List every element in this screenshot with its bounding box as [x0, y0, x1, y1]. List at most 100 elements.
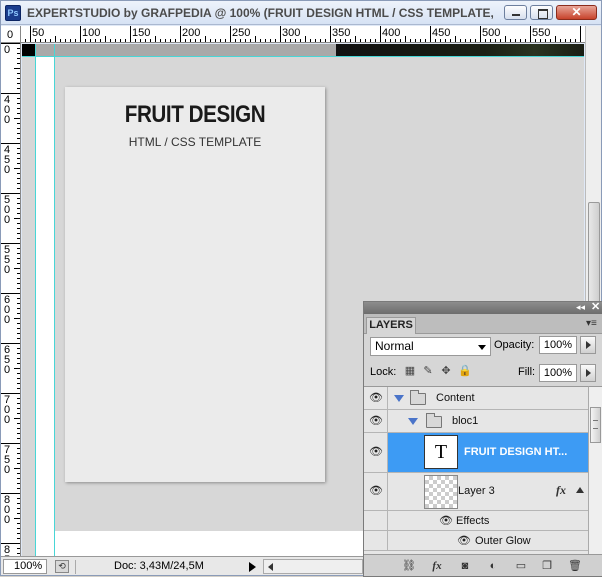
lock-label: Lock:: [370, 366, 397, 378]
ruler-tick: [17, 353, 20, 354]
scroll-left-arrow-icon[interactable]: [268, 563, 273, 571]
ruler-tick: [300, 39, 301, 42]
horizontal-scrollbar[interactable]: [263, 559, 363, 574]
vertical-ruler[interactable]: 0400450500550600650700750800850: [1, 43, 21, 556]
close-window-button[interactable]: ✕: [556, 5, 597, 20]
expand-triangle-icon[interactable]: [394, 395, 404, 402]
ruler-corner-label: 0: [7, 29, 14, 41]
lock-all-icon[interactable]: 🔒: [458, 365, 472, 377]
visibility-toggle[interactable]: 👁: [364, 433, 388, 472]
ruler-tick: [17, 58, 20, 59]
ruler-tick: [305, 36, 306, 42]
eye-icon[interactable]: 👁: [368, 392, 384, 404]
lock-image-pixels-icon[interactable]: ✎: [422, 365, 434, 377]
opacity-slider-button[interactable]: [580, 336, 596, 354]
ruler-tick: [17, 453, 20, 454]
new-adjustment-layer-icon[interactable]: ◐: [486, 559, 500, 573]
status-menu-arrow-icon[interactable]: [249, 562, 256, 572]
ruler-tick: [350, 39, 351, 42]
ruler-origin[interactable]: 0: [1, 26, 21, 43]
maximize-button[interactable]: [530, 5, 553, 20]
collapse-effects-triangle-icon[interactable]: [576, 487, 584, 493]
ruler-tick: [17, 98, 20, 99]
layer-3[interactable]: 👁 Layer 3 fx: [364, 473, 588, 511]
ruler-tick: [295, 39, 296, 42]
title-bar[interactable]: Ps EXPERTSTUDIO by GRAFPEDIA @ 100% (FRU…: [1, 1, 601, 25]
photoshop-window: Ps EXPERTSTUDIO by GRAFPEDIA @ 100% (FRU…: [0, 0, 602, 577]
ruler-label: 50: [32, 27, 45, 39]
minimize-button[interactable]: [504, 5, 527, 20]
layer-text-selected[interactable]: 👁 T FRUIT DESIGN HT...: [364, 433, 588, 473]
collapse-panel-icon[interactable]: ◂◂: [576, 302, 585, 313]
layer-group-bloc1[interactable]: 👁 bloc1: [364, 410, 588, 433]
lock-position-icon[interactable]: ✥: [440, 365, 452, 377]
ruler-tick: [460, 39, 461, 42]
ruler-tick: [70, 39, 71, 42]
ruler-label: 400: [382, 27, 401, 39]
document-status-icon[interactable]: ⟲: [55, 560, 69, 573]
link-layers-icon[interactable]: ⛓: [402, 559, 416, 573]
zoom-level-field[interactable]: 100%: [3, 559, 47, 574]
ruler-tick: [430, 26, 431, 42]
panel-header-bar[interactable]: ◂◂ ✕: [364, 302, 602, 314]
ruler-tick: [180, 26, 181, 42]
document-size-info[interactable]: Doc: 3,43M/24,5M: [75, 560, 243, 574]
visibility-toggle[interactable]: 👁: [364, 387, 388, 409]
tab-layers[interactable]: LAYERS: [366, 317, 416, 334]
eye-icon[interactable]: 👁: [438, 515, 454, 527]
ruler-label-digit: 0: [3, 264, 11, 276]
ruler-tick: [17, 553, 20, 554]
layer-effects-row[interactable]: 👁 Effects: [364, 511, 588, 531]
close-panel-icon[interactable]: ✕: [591, 302, 600, 313]
ruler-tick: [235, 39, 236, 42]
ruler-tick: [545, 39, 546, 42]
visibility-toggle[interactable]: 👁: [364, 473, 388, 510]
lock-transparency-icon[interactable]: ▦: [404, 365, 416, 377]
ruler-tick: [200, 39, 201, 42]
ruler-tick: [17, 448, 20, 449]
eye-icon[interactable]: 👁: [456, 535, 472, 547]
eye-icon[interactable]: 👁: [368, 446, 384, 458]
panel-menu-icon[interactable]: ▾≡: [586, 318, 597, 329]
ruler-tick: [17, 223, 20, 224]
ruler-label: 500: [482, 27, 501, 39]
layer-effects-fx-icon[interactable]: fx: [556, 483, 566, 498]
new-layer-icon[interactable]: ❐: [540, 559, 554, 573]
add-mask-icon[interactable]: ◙: [458, 559, 472, 573]
fill-input[interactable]: 100%: [539, 364, 577, 382]
ruler-tick: [17, 483, 20, 484]
layer-list-scroll-thumb[interactable]: [590, 407, 601, 443]
header-gray-band: [22, 44, 336, 56]
guide-line-vertical[interactable]: [35, 44, 36, 556]
horizontal-ruler[interactable]: 50 100 150 200 250 300 350 400 450 500 550: [21, 26, 585, 43]
eye-icon[interactable]: 👁: [368, 415, 384, 427]
ruler-tick: [17, 88, 20, 89]
ruler-tick: [170, 39, 171, 42]
ruler-tick: [17, 328, 20, 329]
guide-line-vertical[interactable]: [54, 44, 55, 556]
effects-label: Effects: [456, 515, 490, 527]
new-group-icon[interactable]: ▭: [514, 559, 528, 573]
add-layer-style-icon[interactable]: fx: [430, 559, 444, 573]
opacity-input[interactable]: 100%: [539, 336, 577, 354]
close-icon: ✕: [571, 5, 582, 19]
blend-mode-select[interactable]: Normal: [370, 337, 491, 356]
expand-triangle-icon[interactable]: [408, 418, 418, 425]
ruler-tick: [17, 378, 20, 379]
ruler-tick: [17, 363, 20, 364]
guide-line-horizontal[interactable]: [22, 56, 584, 57]
ruler-tick: [25, 39, 26, 42]
eye-icon[interactable]: 👁: [368, 485, 384, 497]
fill-slider-button[interactable]: [580, 364, 596, 382]
layer-list-scrollbar[interactable]: [588, 386, 602, 554]
layer-effect-outer-glow[interactable]: 👁 Outer Glow: [364, 531, 588, 551]
folder-icon: [410, 390, 426, 405]
ruler-tick: [17, 183, 20, 184]
visibility-toggle[interactable]: 👁: [364, 410, 388, 432]
ruler-tick: [14, 118, 20, 119]
visibility-column: [364, 531, 388, 550]
delete-layer-icon[interactable]: 🗑: [568, 559, 582, 573]
layer-group-content[interactable]: 👁 Content: [364, 387, 588, 410]
ruler-tick: [17, 73, 20, 74]
ruler-tick: [165, 39, 166, 42]
